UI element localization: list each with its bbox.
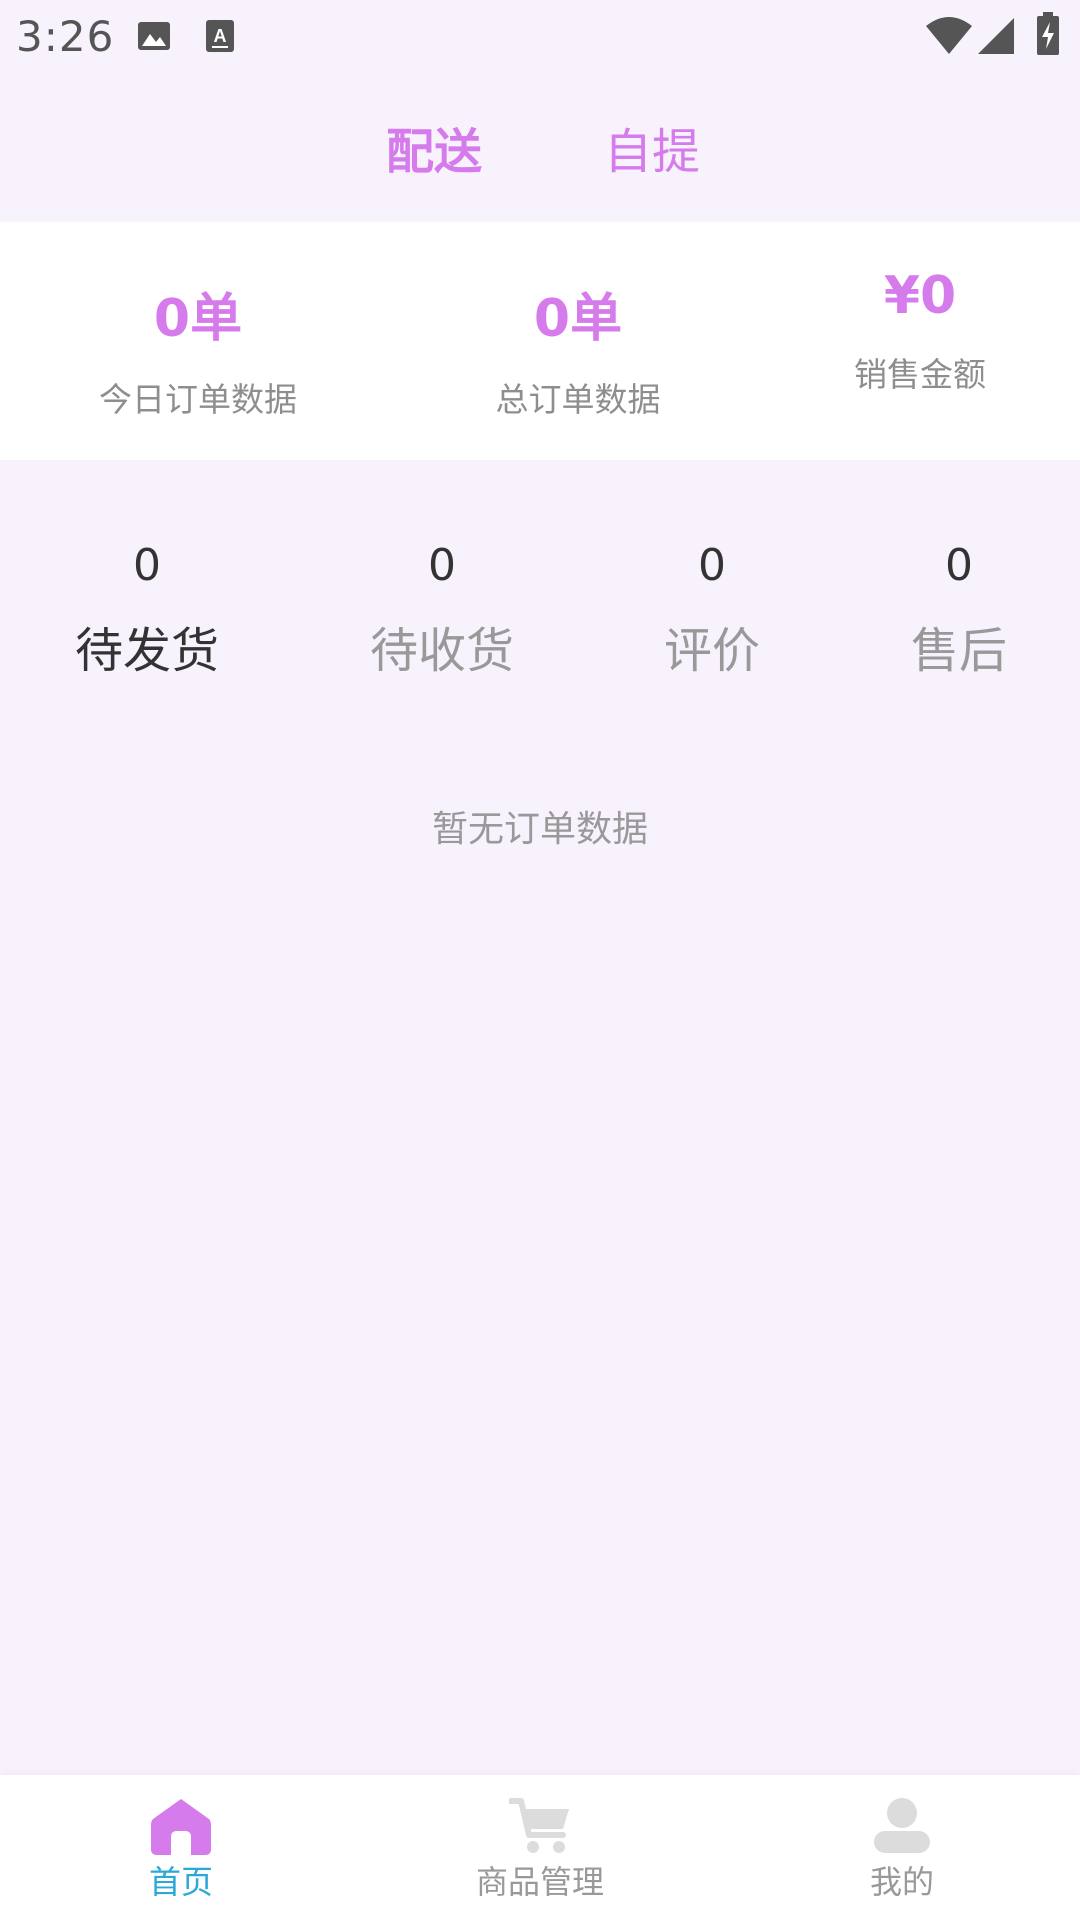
cart-icon [509, 1798, 569, 1853]
stat-label: 总订单数据 [495, 380, 661, 419]
wifi-icon [926, 17, 972, 54]
bottom-nav: 首页 商品管理 我的 [0, 1775, 1080, 1920]
cell-signal-icon [978, 18, 1014, 54]
status-pending-receipt[interactable]: 0 待收货 [342, 540, 542, 681]
svg-text:A: A [214, 26, 227, 46]
order-status-tabs: 0 待发货 0 待收货 0 评价 0 售后 [0, 540, 1080, 690]
status-review[interactable]: 0 评价 [612, 540, 812, 681]
nav-home[interactable]: 首页 [51, 1775, 311, 1920]
nav-label: 商品管理 [475, 1863, 604, 1901]
status-label: 售后 [910, 623, 1007, 679]
status-count: 0 [698, 540, 726, 591]
nav-mine[interactable]: 我的 [772, 1775, 1032, 1920]
delivery-mode-tabs: 配送 自提 [0, 80, 1080, 220]
user-icon [874, 1798, 930, 1853]
tab-pickup[interactable]: 自提 [604, 112, 700, 182]
nav-label: 首页 [148, 1863, 213, 1901]
stat-total-orders: 0单 总订单数据 [458, 222, 698, 514]
nav-label: 我的 [869, 1863, 934, 1901]
battery-charging-icon [1037, 12, 1059, 55]
stat-value: 0单 [533, 289, 623, 349]
stats-card: 0单 今日订单数据 0单 总订单数据 ¥0 销售金额 [0, 222, 1080, 460]
stat-label: 销售金额 [854, 355, 986, 394]
status-bar: 3:26 A [0, 0, 1080, 72]
image-icon [138, 22, 170, 50]
status-time: 3:26 [16, 12, 115, 61]
status-after-sales[interactable]: 0 售后 [859, 540, 1059, 681]
status-count: 0 [133, 540, 161, 591]
status-label: 待发货 [74, 623, 219, 679]
keyboard-a-icon: A [206, 20, 234, 52]
home-icon [151, 1799, 211, 1855]
status-count: 0 [945, 540, 973, 591]
stat-label: 今日订单数据 [99, 380, 297, 419]
tab-delivery[interactable]: 配送 [386, 112, 482, 182]
stat-today-orders: 0单 今日订单数据 [78, 222, 318, 514]
status-count: 0 [428, 540, 456, 591]
empty-orders-message: 暂无订单数据 [431, 809, 648, 850]
status-pending-shipment[interactable]: 0 待发货 [47, 540, 247, 681]
stat-value: 0单 [153, 289, 243, 349]
stat-sales-amount: ¥0 销售金额 [820, 222, 1020, 504]
status-label: 待收货 [369, 623, 514, 679]
nav-product-management[interactable]: 商品管理 [410, 1775, 670, 1920]
stat-value: ¥0 [883, 266, 957, 326]
status-label: 评价 [663, 623, 760, 679]
